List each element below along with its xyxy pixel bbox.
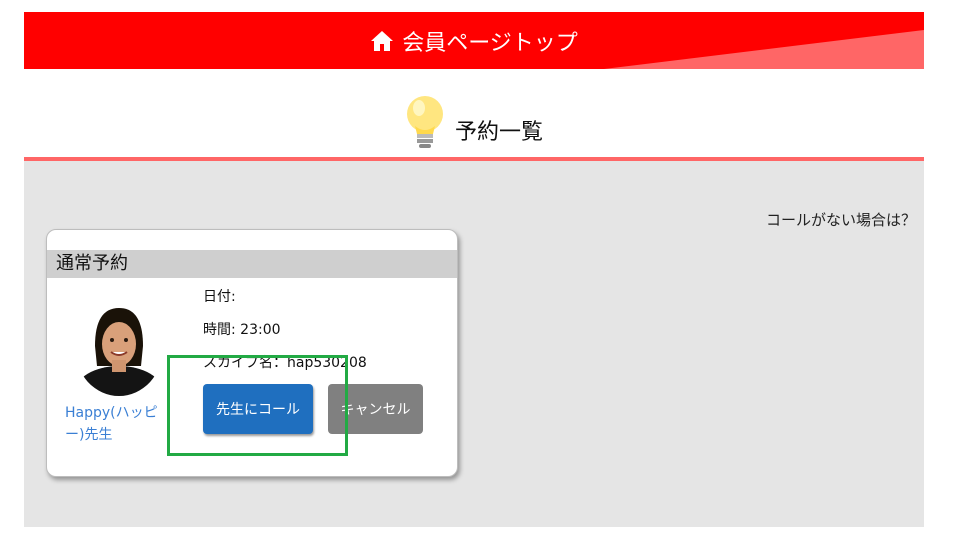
home-icon: [370, 29, 394, 53]
member-page-header: 会員ページトップ: [24, 12, 924, 69]
section-heading: 予約一覧: [24, 92, 924, 158]
skype-value: hap530208: [287, 355, 367, 371]
time-row: 時間: 23:00: [203, 319, 281, 339]
header-title-link[interactable]: 会員ページトップ: [24, 12, 924, 69]
time-value: 23:00: [240, 322, 281, 338]
skype-label: スカイプ名：: [203, 355, 287, 371]
skype-row: スカイプ名：hap530208: [203, 352, 367, 372]
reservation-type-label: 通常予約: [47, 250, 457, 278]
time-label: 時間:: [203, 322, 236, 338]
reservation-list-area: コールがない場合は？ 通常予約 Happy(ハッピー)先生 日付: 時間: 23…: [24, 161, 924, 527]
teacher-name-link[interactable]: Happy(ハッピー)先生: [65, 402, 165, 446]
header-title: 会員ページトップ: [402, 30, 578, 56]
reservation-card: 通常予約 Happy(ハッピー)先生 日付: 時間: 23:00 スカイプ名：h…: [46, 229, 458, 477]
lightbulb-icon: [405, 94, 445, 156]
no-call-help-link[interactable]: コールがない場合は？: [766, 209, 916, 230]
teacher-avatar[interactable]: [75, 300, 163, 396]
date-label: 日付:: [203, 289, 236, 305]
cancel-button[interactable]: キャンセル: [328, 384, 423, 434]
section-title: 予約一覧: [454, 120, 543, 145]
call-teacher-button[interactable]: 先生にコール: [203, 384, 313, 434]
date-row: 日付:: [203, 286, 236, 306]
